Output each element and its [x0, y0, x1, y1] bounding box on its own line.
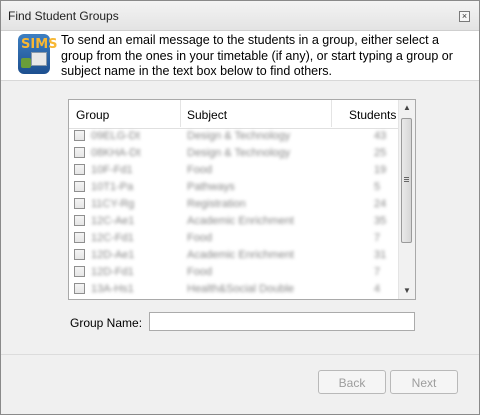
table-row[interactable]: 09ELG-Dt Design & Technology 43 — [69, 128, 399, 145]
cell-students: 24 — [374, 198, 387, 210]
logo-text: SIMS — [21, 37, 58, 52]
sims-logo-icon: SIMS — [18, 34, 58, 74]
cell-group: 10T1-Pa — [91, 181, 134, 193]
column-header-group[interactable]: Group — [76, 108, 109, 122]
column-header-students[interactable]: Students — [349, 108, 396, 122]
vertical-scrollbar[interactable]: ▲ ▼ — [398, 100, 415, 299]
cell-subject: Food — [187, 232, 213, 244]
cell-group: 09ELG-Dt — [91, 130, 140, 142]
table-row[interactable]: 10F-Fd1 Food 19 — [69, 162, 399, 179]
instruction-text: To send an email message to the students… — [61, 33, 453, 78]
cell-students: 35 — [374, 215, 387, 227]
cell-subject: Academic Enrichment — [187, 249, 294, 261]
groups-table: Group Subject Students 09ELG-Dt Design &… — [68, 99, 416, 300]
cell-group: 12D-Fd1 — [91, 266, 134, 278]
close-icon[interactable]: × — [459, 11, 470, 22]
row-checkbox[interactable] — [74, 147, 85, 158]
cell-subject: Registration — [187, 198, 246, 210]
cell-group: 12C-Fd1 — [91, 232, 134, 244]
cell-students: 25 — [374, 147, 387, 159]
grip-line — [404, 181, 409, 182]
cell-students: 43 — [374, 130, 387, 142]
table-row[interactable]: 12C-Fd1 Food 7 — [69, 230, 399, 247]
table-row[interactable]: 10T1-Pa Pathways 5 — [69, 179, 399, 196]
cell-group: 11CY-Rg — [91, 198, 135, 210]
cell-students: 5 — [374, 181, 381, 193]
footer-divider — [1, 354, 479, 355]
cell-group: 08KHA-Dt — [91, 147, 141, 159]
column-divider[interactable] — [331, 100, 332, 127]
table-row[interactable]: 08KHA-Dt Design & Technology 25 — [69, 145, 399, 162]
column-header-subject[interactable]: Subject — [187, 108, 227, 122]
back-button[interactable]: Back — [318, 370, 386, 394]
cell-group: 12D-Ae1 — [91, 249, 135, 261]
row-checkbox[interactable] — [74, 164, 85, 175]
cell-subject: Design & Technology — [187, 147, 291, 159]
cell-students: 7 — [374, 232, 381, 244]
cell-subject: Health&Social Double — [187, 283, 295, 295]
row-checkbox[interactable] — [74, 130, 85, 141]
scroll-thumb[interactable] — [401, 118, 412, 243]
cell-students: 31 — [374, 249, 387, 261]
table-row[interactable]: 13A-Hs1 Health&Social Double 4 — [69, 281, 399, 298]
table-row[interactable]: 11CY-Rg Registration 24 — [69, 196, 399, 213]
cell-subject: Design & Technology — [187, 130, 291, 142]
cell-subject: Pathways — [187, 181, 235, 193]
group-name-label: Group Name: — [70, 316, 143, 330]
cell-students: 19 — [374, 164, 387, 176]
group-name-input[interactable] — [149, 312, 415, 331]
row-checkbox[interactable] — [74, 266, 85, 277]
dialog-title: Find Student Groups — [8, 9, 119, 23]
cell-students: 7 — [374, 266, 381, 278]
instruction-banner: SIMS To send an email message to the stu… — [1, 31, 479, 81]
find-student-groups-dialog: Find Student Groups × SIMS To send an em… — [0, 0, 480, 415]
row-checkbox[interactable] — [74, 215, 85, 226]
grip-line — [404, 177, 409, 178]
row-checkbox[interactable] — [74, 181, 85, 192]
table-row[interactable]: 12D-Ae1 Academic Enrichment 31 — [69, 247, 399, 264]
table-row[interactable]: 12C-Ae1 Academic Enrichment 35 — [69, 213, 399, 230]
logo-document-shape — [31, 52, 47, 66]
row-checkbox[interactable] — [74, 232, 85, 243]
cell-group: 13A-Hs1 — [91, 283, 134, 295]
logo-leaf-shape — [21, 58, 31, 68]
cell-subject: Food — [187, 266, 213, 278]
cell-group: 10F-Fd1 — [91, 164, 133, 176]
row-checkbox[interactable] — [74, 249, 85, 260]
cell-subject: Academic Enrichment — [187, 215, 294, 227]
grip-line — [404, 179, 409, 180]
next-button[interactable]: Next — [390, 370, 458, 394]
title-bar[interactable]: Find Student Groups × — [1, 1, 479, 31]
cell-students: 4 — [374, 283, 381, 295]
cell-group: 12C-Ae1 — [91, 215, 135, 227]
table-row[interactable]: 12D-Fd1 Food 7 — [69, 264, 399, 281]
row-checkbox[interactable] — [74, 283, 85, 294]
scroll-down-icon[interactable]: ▼ — [399, 283, 415, 299]
row-checkbox[interactable] — [74, 198, 85, 209]
cell-subject: Food — [187, 164, 213, 176]
table-header: Group Subject Students — [69, 100, 399, 129]
scroll-up-icon[interactable]: ▲ — [399, 100, 415, 116]
column-divider[interactable] — [180, 100, 181, 127]
